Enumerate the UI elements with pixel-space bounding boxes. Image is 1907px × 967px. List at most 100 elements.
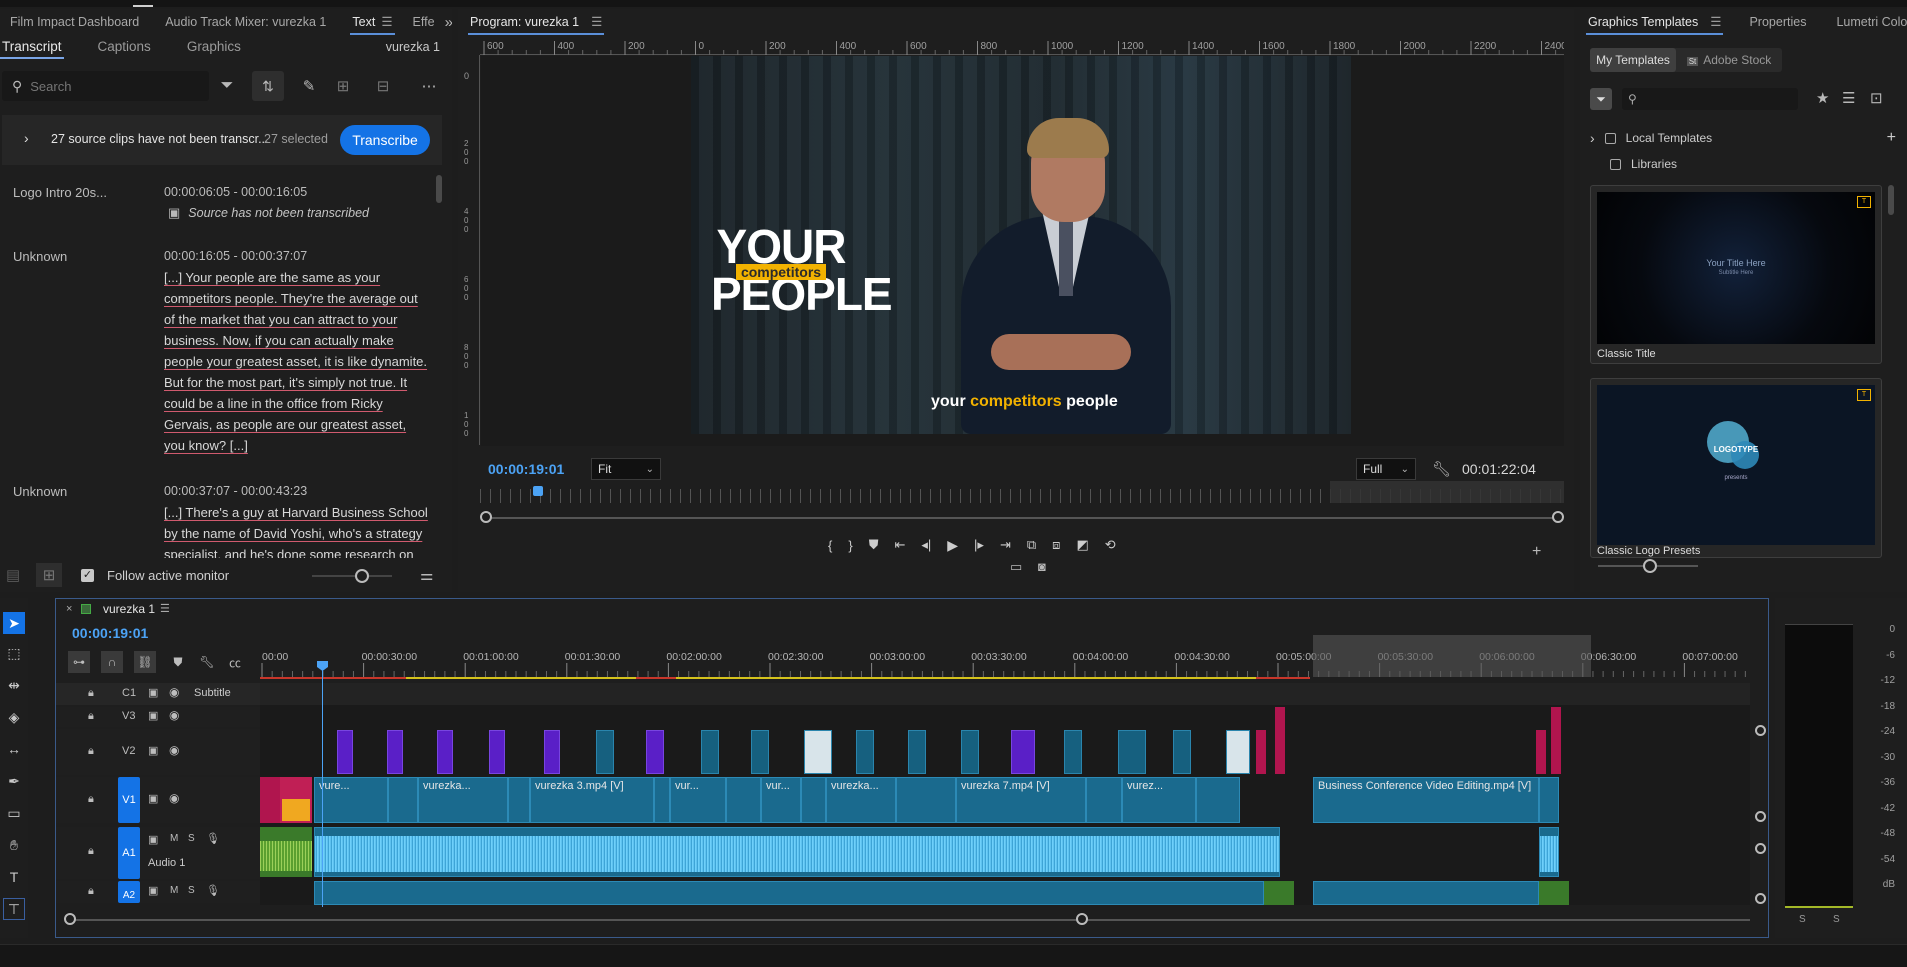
edit-pencil-icon[interactable]: ✎ [298, 75, 320, 97]
vscroll-handle[interactable] [1755, 893, 1766, 904]
a1-intro-audio[interactable] [260, 827, 312, 877]
v2-graphic-clip[interactable] [489, 730, 505, 774]
magnet-icon[interactable]: ∩ [101, 651, 123, 673]
tab-lumetri-color[interactable]: Lumetri Color [1826, 9, 1907, 35]
tab-graphics-templates[interactable]: Graphics Templates ☰ [1580, 9, 1731, 35]
a1-audio-clip[interactable] [1539, 827, 1559, 877]
sync-lock-icon[interactable]: ▣ [148, 686, 158, 699]
expand-chevron-icon[interactable]: › [24, 130, 29, 146]
timeline-sequence-name[interactable]: vurezka 1 [103, 602, 155, 616]
export-frame-icon[interactable]: ◩ [1076, 537, 1088, 553]
track-label[interactable]: A2 [118, 881, 140, 903]
mic-icon[interactable]: 🎙︎ [206, 884, 220, 897]
zoom-slider-track[interactable] [312, 575, 392, 577]
track-label[interactable]: C1 [122, 687, 136, 699]
vscroll-handle[interactable] [1755, 843, 1766, 854]
v1-business-clip[interactable]: Business Conference Video Editing.mp4 [V… [1313, 777, 1539, 823]
v1-clip[interactable]: vurezka... [826, 777, 896, 823]
wrench-icon[interactable]: 🔧︎ [1432, 460, 1451, 478]
v1-clip[interactable]: vurez... [1122, 777, 1196, 823]
hand-tool-icon[interactable]: ✋︎ [3, 834, 25, 856]
more-options-icon[interactable]: ⋯ [418, 75, 440, 97]
program-canvas[interactable]: YOUR competitors PEOPLE your competitors… [481, 56, 1564, 446]
menu-icon[interactable]: ☰ [1710, 15, 1721, 29]
v2-title-clip[interactable] [1536, 730, 1546, 774]
eye-icon[interactable]: ◉ [169, 791, 179, 805]
step-back-icon[interactable]: ◂| [921, 537, 931, 553]
v2-video-clip[interactable] [751, 730, 769, 774]
playhead-timecode[interactable]: 00:00:19:01 [488, 461, 564, 477]
track-label[interactable]: V3 [122, 710, 135, 722]
caption-create-icon[interactable]: ▤ [6, 566, 20, 584]
filter-icon[interactable]: ⏷ [216, 75, 238, 97]
sync-lock-icon[interactable]: ▣ [148, 884, 158, 897]
v1-clip[interactable] [654, 777, 670, 823]
v1-clip[interactable] [801, 777, 826, 823]
overflow-chevron-icon[interactable]: » [445, 14, 452, 31]
v1-clip[interactable] [1086, 777, 1122, 823]
v1-clip[interactable] [1539, 777, 1559, 823]
search-box[interactable]: ⚲ [2, 71, 209, 101]
templates-search[interactable]: ⚲ [1622, 88, 1798, 110]
thumb-size-thumb[interactable] [1643, 559, 1657, 573]
merge-segment-icon[interactable]: ⊟ [372, 75, 394, 97]
subtab-transcript[interactable]: Transcript [0, 35, 74, 59]
sync-lock-icon[interactable]: ▣ [148, 833, 158, 846]
v1-clip[interactable] [1196, 777, 1240, 823]
razor-tool-icon[interactable]: ◈ [3, 706, 25, 728]
sync-lock-icon[interactable]: ▣ [148, 709, 158, 722]
track-label[interactable]: V2 [122, 745, 135, 757]
v1-clip[interactable] [896, 777, 956, 823]
zoom-handle-left[interactable] [480, 511, 492, 523]
mute-button[interactable]: M [170, 885, 178, 896]
v2-graphic-clip[interactable] [337, 730, 353, 774]
v2-video-clip[interactable] [1064, 730, 1082, 774]
star-icon[interactable]: ★ [1816, 89, 1829, 107]
menu-icon[interactable]: ☰ [591, 15, 602, 29]
caption-tool-icon[interactable]: ⊤ [3, 898, 25, 920]
v2-graphic-clip[interactable] [437, 730, 453, 774]
type-tool-icon[interactable]: T [3, 866, 25, 888]
mark-in-icon[interactable]: { [828, 538, 832, 553]
go-to-out-icon[interactable]: ⇥ [1000, 537, 1011, 553]
tab-film-impact[interactable]: Film Impact Dashboard [0, 9, 149, 35]
tree-local-templates[interactable]: › Local Templates + [1590, 128, 1900, 148]
tab-audio-mixer[interactable]: Audio Track Mixer: vurezka 1 [155, 9, 336, 35]
captions-icon[interactable]: ㏄ [224, 651, 246, 673]
v2-video-clip[interactable] [804, 730, 832, 774]
eye-icon[interactable]: ◉ [169, 708, 179, 722]
solo-button[interactable]: S [188, 833, 195, 844]
a2-audio-clip[interactable] [1313, 881, 1539, 905]
menu-icon[interactable]: ☰ [160, 602, 170, 615]
menu-icon[interactable]: ☰ [381, 15, 392, 29]
tab-effects[interactable]: Effe [403, 9, 445, 35]
zoom-handle-right[interactable] [1552, 511, 1564, 523]
add-button-icon[interactable]: + [1532, 543, 1541, 561]
a2-audio-clip[interactable] [314, 881, 1264, 905]
track-label[interactable]: V1 [118, 777, 140, 823]
caption-style-icon[interactable]: ⊞ [36, 563, 62, 587]
local-templates-checkbox[interactable] [1604, 132, 1616, 144]
a2-fx-clip[interactable] [1539, 881, 1569, 905]
hscroll-handle-right[interactable] [1076, 913, 1088, 925]
sync-toggle-icon[interactable]: ⇅ [252, 71, 284, 101]
close-icon[interactable]: × [66, 603, 72, 615]
mic-icon[interactable]: 🎙︎ [206, 832, 220, 845]
lock-icon[interactable]: 🔒︎ [88, 885, 94, 898]
sync-lock-icon[interactable]: ▣ [148, 792, 158, 805]
mini-playhead[interactable] [533, 486, 543, 496]
linked-selection-icon[interactable]: ⛓ [134, 651, 156, 673]
v2-video-clip[interactable] [701, 730, 719, 774]
tab-text[interactable]: Text ☰ [342, 9, 402, 35]
v3-title-clip[interactable] [1275, 707, 1285, 774]
transcribe-button[interactable]: Transcribe [340, 125, 430, 155]
list-view-icon[interactable]: ☰ [1842, 89, 1855, 107]
v2-graphic-clip[interactable] [544, 730, 560, 774]
mute-button[interactable]: M [170, 833, 178, 844]
v2-video-clip[interactable] [1118, 730, 1146, 774]
camera-icon[interactable]: ◙ [1038, 559, 1046, 574]
play-icon[interactable]: ▶ [947, 537, 958, 554]
templates-scrollbar[interactable] [1888, 185, 1894, 215]
lock-icon[interactable]: 🔒︎ [88, 745, 94, 758]
my-templates-button[interactable]: My Templates [1590, 48, 1676, 72]
